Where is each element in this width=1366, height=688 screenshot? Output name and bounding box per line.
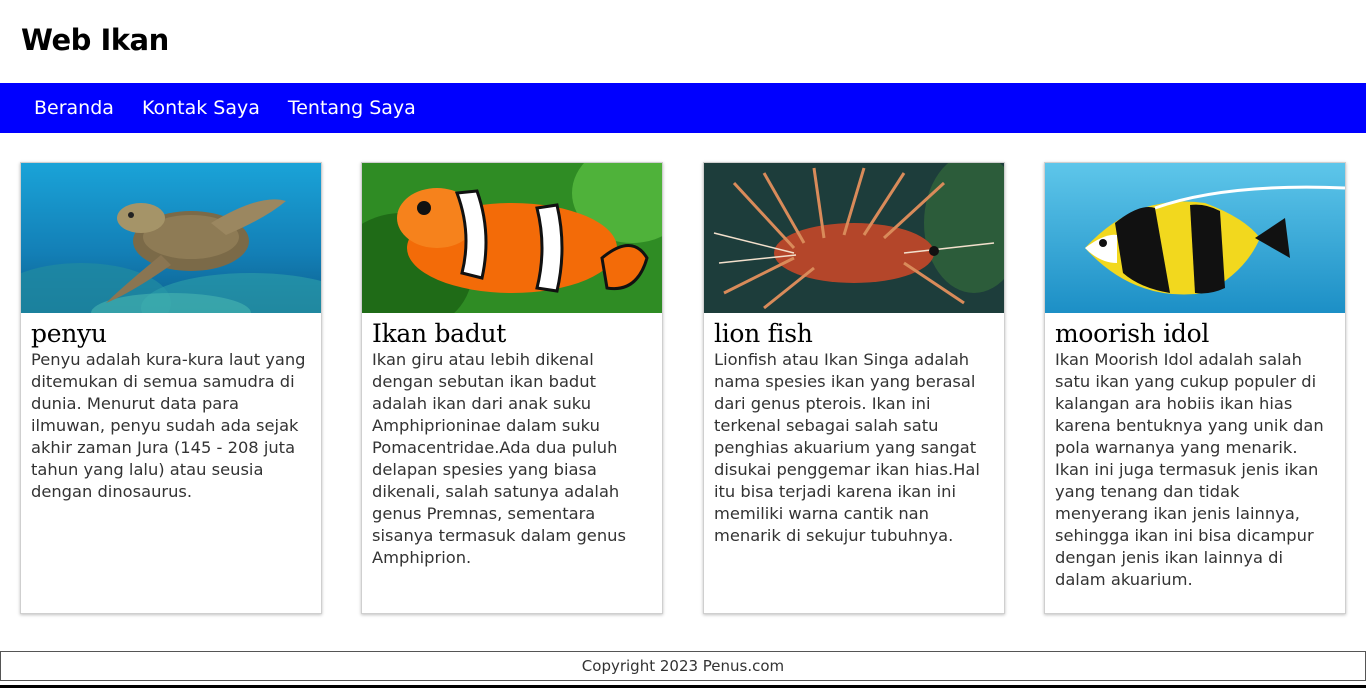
card-title: moorish idol	[1055, 319, 1210, 348]
nav-link-kontak-saya[interactable]: Kontak Saya	[128, 97, 274, 119]
nav-link-tentang-saya[interactable]: Tentang Saya	[274, 97, 430, 119]
card-text: Lionfish atau Ikan Singa adalah nama spe…	[714, 350, 980, 545]
copyright-text: Copyright 2023 Penus.com	[581, 657, 785, 675]
card-title: lion fish	[714, 319, 813, 348]
navbar: Beranda Kontak Saya Tentang Saya	[0, 83, 1366, 133]
card-moorish-idol: moorish idol Ikan Moorish Idol adalah sa…	[1044, 162, 1346, 614]
card-ikan-badut: Ikan badut Ikan giru atau lebih dikenal …	[361, 162, 663, 614]
card-text: Ikan Moorish Idol adalah salah satu ikan…	[1055, 350, 1324, 589]
lionfish-image	[704, 163, 1004, 313]
moorish-idol-image	[1045, 163, 1345, 313]
card-text: Penyu adalah kura-kura laut yang ditemuk…	[31, 350, 306, 501]
card-text: Ikan giru atau lebih dikenal dengan sebu…	[372, 350, 626, 567]
card-penyu: penyu Penyu adalah kura-kura laut yang d…	[20, 162, 322, 614]
nav-link-beranda[interactable]: Beranda	[20, 97, 128, 119]
clownfish-image	[362, 163, 662, 313]
site-header: Web Ikan	[0, 0, 1366, 83]
card-title: penyu	[31, 319, 107, 348]
card-title: Ikan badut	[372, 319, 507, 348]
card-lion-fish: lion fish Lionfish atau Ikan Singa adala…	[703, 162, 1005, 614]
footer: Copyright 2023 Penus.com	[0, 651, 1366, 681]
sea-turtle-image	[21, 163, 321, 313]
site-title: Web Ikan	[21, 23, 169, 57]
